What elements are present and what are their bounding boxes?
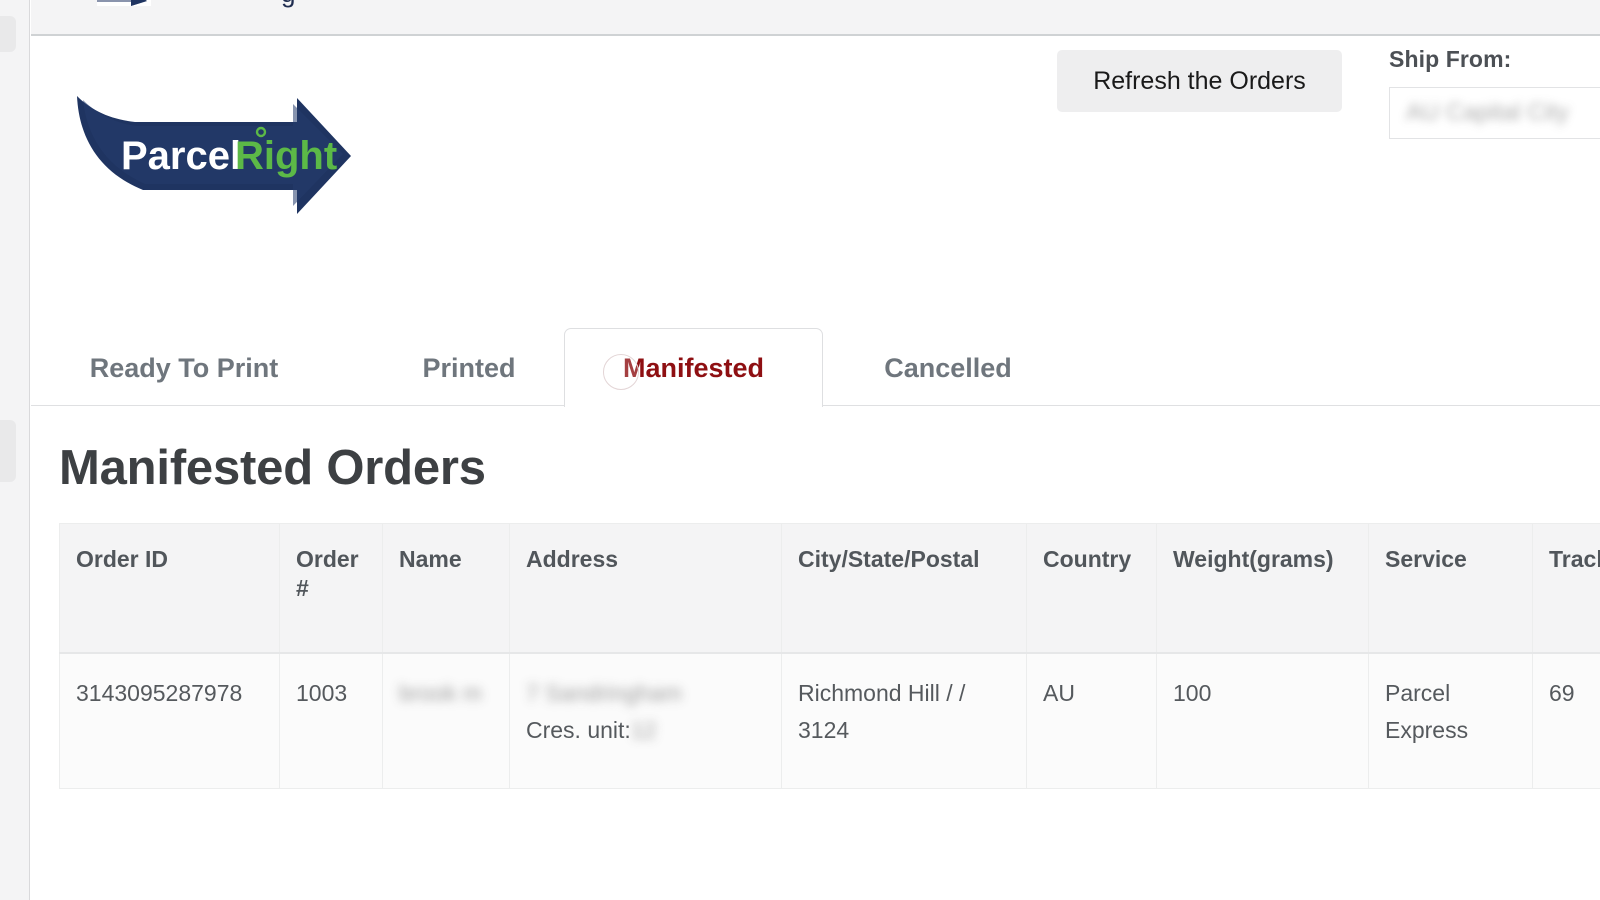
refresh-orders-button[interactable]: Refresh the Orders [1057, 50, 1342, 112]
top-chrome-strip: g [31, 0, 1600, 36]
table-header-row: Order ID Order # Name Address City/State… [59, 523, 1600, 654]
cell-name: brook m [382, 652, 510, 790]
top-partial-logo-icon [97, 0, 151, 6]
column-header-tracking[interactable]: Tracking [1532, 523, 1600, 654]
cell-order-id: 3143095287978 [59, 652, 280, 790]
redacted-address-line-1: 7 Sandringham [526, 679, 682, 706]
ship-from-group: Ship From: AU Capital City [1389, 46, 1600, 139]
logo-text-parcel: Parcel [121, 134, 241, 178]
column-header-service[interactable]: Service [1368, 523, 1533, 654]
parcelright-logo: Parcel Right [65, 86, 355, 226]
tab-cancelled[interactable]: Cancelled [843, 328, 1053, 407]
cell-service: Parcel Express [1368, 652, 1533, 790]
tab-ready-to-print[interactable]: Ready To Print [49, 328, 319, 407]
cell-city-state-postal: Richmond Hill / / 3124 [781, 652, 1027, 790]
column-header-order-number[interactable]: Order # [279, 523, 383, 654]
tab-printed[interactable]: Printed [379, 328, 559, 407]
ship-from-label: Ship From: [1389, 46, 1512, 72]
page-body: Parcel Right Refresh the Orders Ship Fro… [31, 38, 1600, 900]
left-chrome-gutter [0, 0, 30, 900]
tab-manifested[interactable]: Manifested [564, 328, 823, 407]
redacted-address-line-2-suffix: 12 [630, 716, 657, 743]
cell-tracking: 69 [1532, 652, 1600, 790]
order-status-tabs: Ready To Print Printed Manifested Cancel… [31, 328, 1600, 407]
column-header-order-id[interactable]: Order ID [59, 523, 280, 654]
top-partial-text: g [281, 0, 295, 6]
column-header-country[interactable]: Country [1026, 523, 1157, 654]
cell-weight: 100 [1156, 652, 1369, 790]
column-header-city-state-postal[interactable]: City/State/Postal [781, 523, 1027, 654]
redacted-recipient-name: brook m [399, 679, 483, 706]
column-header-address[interactable]: Address [509, 523, 782, 654]
page-header: Parcel Right Refresh the Orders Ship Fro… [31, 38, 1600, 328]
column-header-name[interactable]: Name [382, 523, 510, 654]
app-screen: g Parcel Right Refresh the Orders Ship F… [0, 0, 1600, 900]
column-header-weight[interactable]: Weight(grams) [1156, 523, 1369, 654]
logo-text-right: Right [235, 134, 337, 178]
orders-table: Order ID Order # Name Address City/State… [59, 523, 1600, 790]
page-title: Manifested Orders [59, 441, 486, 495]
gutter-chip-top [0, 16, 16, 52]
orders-table-scroll[interactable]: Order ID Order # Name Address City/State… [59, 523, 1600, 790]
address-line-2-prefix: Cres. unit: [526, 716, 631, 743]
manifested-orders-panel: Manifested Orders Order ID Order # Name … [31, 406, 1600, 790]
cell-address: 7 Sandringham Cres. unit:12 [509, 652, 782, 790]
table-row[interactable]: 3143095287978 1003 brook m 7 Sandringham… [59, 652, 1600, 790]
gutter-chip-middle [0, 420, 16, 482]
cell-order-number: 1003 [279, 652, 383, 790]
ship-from-select[interactable]: AU Capital City [1389, 87, 1600, 139]
ship-from-selected-value: AU Capital City [1406, 99, 1569, 126]
cell-country: AU [1026, 652, 1157, 790]
